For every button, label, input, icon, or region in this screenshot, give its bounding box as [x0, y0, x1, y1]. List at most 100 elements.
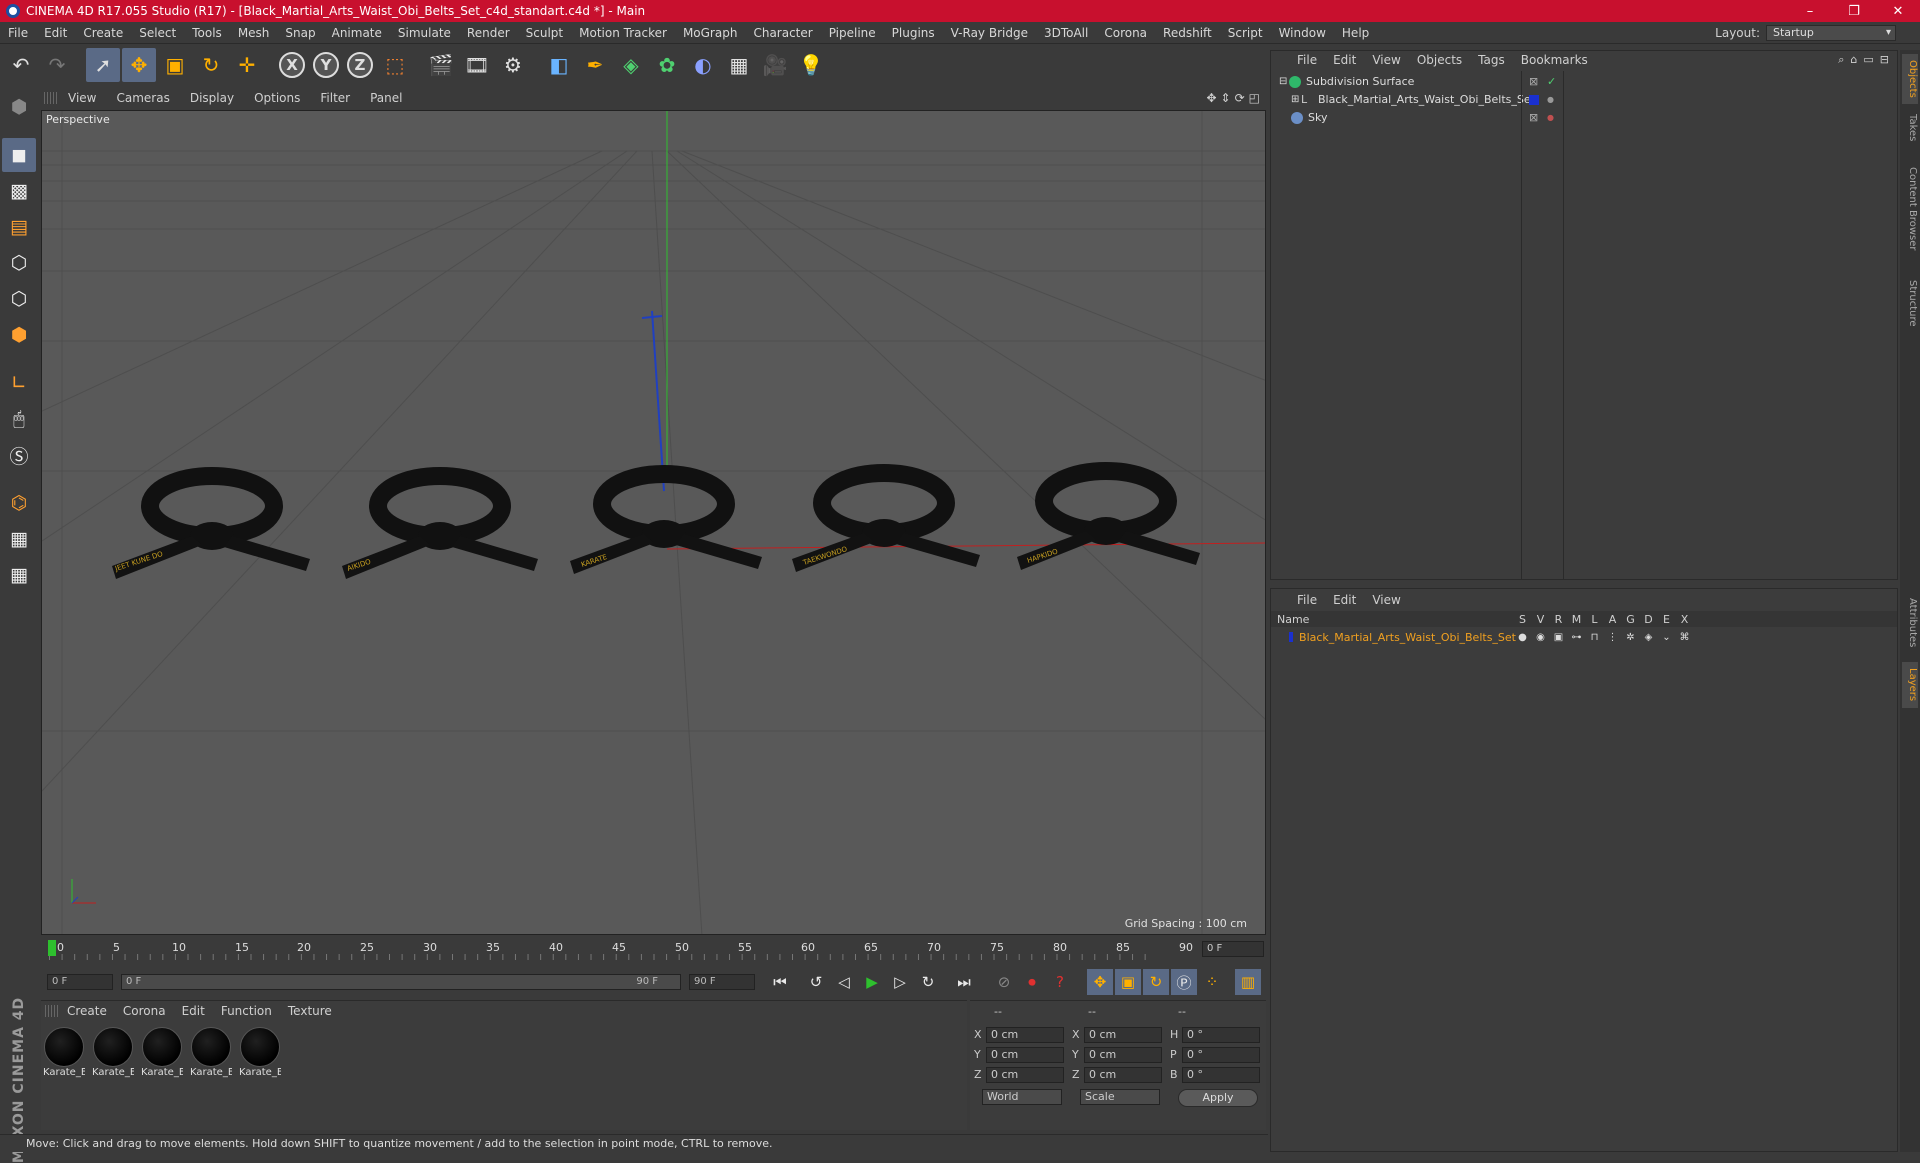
material-swatch[interactable]: Karate_E [239, 1027, 281, 1078]
layer-color-swatch[interactable] [1289, 632, 1294, 642]
xref-icon[interactable]: ⌘ [1678, 632, 1691, 643]
coordinate-system-icon[interactable]: ⬚ [378, 48, 412, 82]
axis-mode-icon[interactable]: ∟ [2, 366, 36, 400]
grip-icon[interactable] [45, 1005, 59, 1017]
toggle-view-icon[interactable]: ◰ [1249, 91, 1260, 105]
viewport-menu-options[interactable]: Options [244, 91, 310, 105]
render-icon[interactable]: ▣ [1552, 632, 1565, 643]
cube-primitive-icon[interactable]: ◧ [542, 48, 576, 82]
layer-col-xref[interactable]: X [1678, 613, 1691, 626]
menu-create[interactable]: Create [75, 26, 131, 40]
end-frame-field[interactable]: 90 F [689, 974, 755, 990]
rotation-h-field[interactable]: 0 ° [1182, 1027, 1260, 1043]
menu-render[interactable]: Render [459, 26, 518, 40]
object-row-subdivision-surface[interactable]: ⊟ Subdivision Surface ⊠ ✓ [1271, 73, 1897, 91]
layer-col-animation[interactable]: A [1606, 613, 1619, 626]
menu-animate[interactable]: Animate [324, 26, 390, 40]
rotation-p-field[interactable]: 0 ° [1182, 1047, 1260, 1063]
size-x-field[interactable]: 0 cm [1084, 1027, 1162, 1043]
last-tool-icon[interactable]: ✛ [230, 48, 264, 82]
rotate-view-icon[interactable]: ⟳ [1235, 91, 1245, 105]
visibility-toggle-icon[interactable]: ⊠ [1529, 73, 1538, 91]
menu-mesh[interactable]: Mesh [230, 26, 278, 40]
rotation-b-field[interactable]: 0 ° [1182, 1067, 1260, 1083]
record-keys-icon[interactable]: ⊘ [991, 969, 1017, 995]
coordinate-mode-dropdown[interactable]: World [982, 1089, 1062, 1105]
viewport-menu-cameras[interactable]: Cameras [106, 91, 179, 105]
menu-edit[interactable]: Edit [36, 26, 75, 40]
tab-layers[interactable]: Layers [1902, 662, 1918, 708]
close-panel-icon[interactable]: ⊟ [1880, 53, 1889, 67]
floor-scene-icon[interactable]: ▦ [722, 48, 756, 82]
object-menu-edit[interactable]: Edit [1325, 53, 1364, 67]
material-swatch[interactable]: Karate_E [43, 1027, 85, 1078]
next-key-icon[interactable]: ↻ [915, 969, 941, 995]
scale-tool-icon[interactable]: ▣ [158, 48, 192, 82]
visibility-dots-icon[interactable]: ● [1547, 109, 1554, 127]
apply-button[interactable]: Apply [1178, 1089, 1258, 1107]
timeline-window-icon[interactable]: ▥ [1235, 969, 1261, 995]
layer-col-locked[interactable]: L [1588, 613, 1601, 626]
menu-pipeline[interactable]: Pipeline [821, 26, 884, 40]
y-axis-lock-icon[interactable]: Y [310, 48, 342, 82]
spline-pen-icon[interactable]: ✒ [578, 48, 612, 82]
timeline-ruler[interactable]: 0 5 10 15 20 25 30 35 40 45 50 55 60 65 … [41, 938, 1266, 964]
mograph-cloner-icon[interactable]: ✿ [650, 48, 684, 82]
subdivision-generator-icon[interactable]: ◈ [614, 48, 648, 82]
layer-menu-file[interactable]: File [1289, 593, 1325, 607]
menu-redshift[interactable]: Redshift [1155, 26, 1220, 40]
material-swatch[interactable]: Karate_E [190, 1027, 232, 1078]
texture-mode-icon[interactable]: ▩ [2, 174, 36, 208]
layer-col-expressions[interactable]: E [1660, 613, 1673, 626]
render-view-icon[interactable]: 🎬 [424, 48, 458, 82]
previous-key-icon[interactable]: ↺ [803, 969, 829, 995]
move-tool-icon[interactable]: ✥ [122, 48, 156, 82]
rotate-tool-icon[interactable]: ↻ [194, 48, 228, 82]
viewport-menu-display[interactable]: Display [180, 91, 244, 105]
material-menu-texture[interactable]: Texture [280, 1004, 340, 1018]
pan-view-icon[interactable]: ✥ [1206, 91, 1216, 105]
key-point-level-icon[interactable]: ⁘ [1199, 969, 1225, 995]
visibility-dots-icon[interactable]: ● [1547, 91, 1554, 109]
tab-takes[interactable]: Takes [1902, 108, 1918, 148]
expand-icon[interactable]: ⊞ [1291, 91, 1301, 109]
deformer-icon[interactable]: ◐ [686, 48, 720, 82]
viewport-menu-filter[interactable]: Filter [310, 91, 360, 105]
object-menu-view[interactable]: View [1364, 53, 1408, 67]
layer-col-render[interactable]: R [1552, 613, 1565, 626]
menu-help[interactable]: Help [1334, 26, 1377, 40]
menu-window[interactable]: Window [1271, 26, 1334, 40]
solo-dot-icon[interactable]: ● [1516, 632, 1529, 643]
restore-button[interactable]: ❐ [1832, 4, 1876, 19]
new-view-icon[interactable]: ▭ [1863, 53, 1873, 67]
home-icon[interactable]: ⌂ [1850, 53, 1857, 67]
generator-icon[interactable]: ✲ [1624, 632, 1637, 643]
render-picture-viewer-icon[interactable]: 🎞 [460, 48, 494, 82]
perspective-viewport[interactable]: JEET KUNE DO AIKIDO KARATE TAEKWONDO HAP… [41, 110, 1266, 935]
keyframe-selection-icon[interactable]: ? [1047, 969, 1073, 995]
manager-icon[interactable]: ⊶ [1570, 632, 1583, 643]
menu-corona[interactable]: Corona [1096, 26, 1155, 40]
menu-select[interactable]: Select [131, 26, 184, 40]
undo-icon[interactable]: ↶ [4, 48, 38, 82]
frame-range-slider[interactable]: 0 F 90 F [121, 974, 681, 990]
material-menu-create[interactable]: Create [59, 1004, 115, 1018]
timeline-playhead[interactable] [48, 940, 56, 956]
menu-file[interactable]: File [0, 26, 36, 40]
enabled-check-icon[interactable]: ✓ [1547, 73, 1556, 91]
position-z-field[interactable]: 0 cm [986, 1067, 1064, 1083]
dolly-view-icon[interactable]: ⇕ [1221, 91, 1231, 105]
grip-icon[interactable] [44, 92, 58, 104]
tab-attributes[interactable]: Attributes [1902, 588, 1918, 658]
size-mode-dropdown[interactable]: Scale [1080, 1089, 1160, 1105]
size-z-field[interactable]: 0 cm [1084, 1067, 1162, 1083]
next-frame-icon[interactable]: ▷ [887, 969, 913, 995]
points-mode-icon[interactable]: ⬡ [2, 246, 36, 280]
select-arrow-icon[interactable]: ➚ [86, 48, 120, 82]
key-parameter-icon[interactable]: Ⓟ [1171, 969, 1197, 995]
layer-menu-view[interactable]: View [1364, 593, 1408, 607]
planar-workplane-icon[interactable]: ▦ [2, 558, 36, 592]
z-axis-lock-icon[interactable]: Z [344, 48, 376, 82]
make-editable-icon[interactable]: ⬢ [2, 90, 36, 124]
object-menu-tags[interactable]: Tags [1470, 53, 1513, 67]
